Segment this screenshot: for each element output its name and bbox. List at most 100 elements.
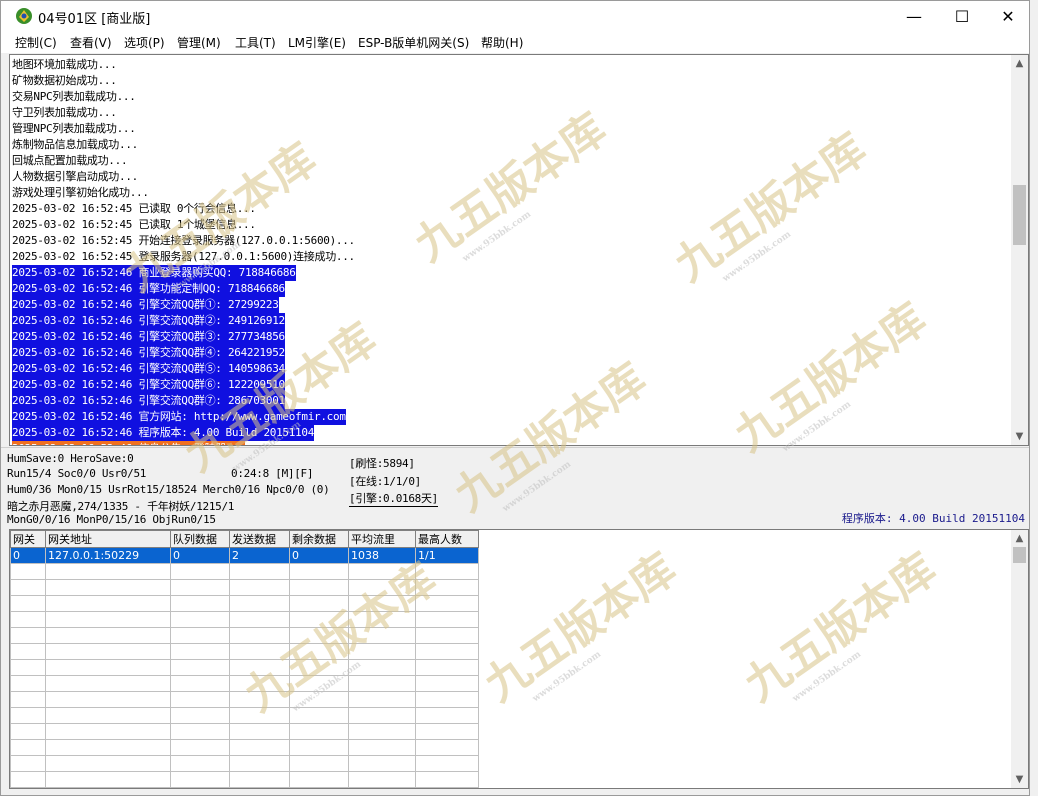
table-cell: 1038 bbox=[348, 547, 416, 564]
column-header[interactable]: 队列数据 bbox=[170, 530, 230, 548]
log-line: 守卫列表加载成功... bbox=[12, 106, 117, 119]
log-line: 2025-03-02 16:52:45 开始连接登录服务器(127.0.0.1:… bbox=[12, 234, 355, 247]
table-cell bbox=[348, 579, 416, 596]
table-cell bbox=[289, 691, 349, 708]
table-cell bbox=[348, 595, 416, 612]
table-cell bbox=[289, 723, 349, 740]
table-row[interactable] bbox=[10, 611, 479, 628]
table-cell: 0 bbox=[170, 547, 230, 564]
table-cell bbox=[45, 643, 171, 660]
table-cell bbox=[415, 579, 479, 596]
table-row[interactable] bbox=[10, 659, 479, 676]
maximize-button[interactable]: ☐ bbox=[939, 1, 985, 31]
table-row[interactable] bbox=[10, 755, 479, 772]
table-cell bbox=[45, 595, 171, 612]
minimize-button[interactable]: — bbox=[891, 1, 937, 31]
menu-help[interactable]: 帮助(H) bbox=[481, 34, 523, 51]
scroll-thumb[interactable] bbox=[1013, 185, 1026, 245]
table-cell bbox=[170, 771, 230, 788]
scroll-up-icon[interactable]: ▲ bbox=[1011, 55, 1028, 72]
menu-options[interactable]: 选项(P) bbox=[124, 34, 165, 51]
main-window: 04号01区 [商业版] — ☐ ✕ 控制(C) 查看(V) 选项(P) 管理(… bbox=[0, 0, 1030, 796]
column-header[interactable]: 发送数据 bbox=[229, 530, 290, 548]
scroll-down-icon[interactable]: ▼ bbox=[1011, 428, 1028, 445]
table-row[interactable] bbox=[10, 739, 479, 756]
table-cell bbox=[348, 755, 416, 772]
log-scrollbar[interactable]: ▲ ▼ bbox=[1011, 55, 1028, 445]
menu-tools[interactable]: 工具(T) bbox=[235, 34, 276, 51]
table-row[interactable] bbox=[10, 771, 479, 788]
column-header[interactable]: 最高人数 bbox=[415, 530, 479, 548]
menu-bar: 控制(C) 查看(V) 选项(P) 管理(M) 工具(T) LM引擎(E) ES… bbox=[1, 31, 1029, 53]
grid-scrollbar[interactable]: ▲ ▼ bbox=[1011, 530, 1028, 788]
table-cell: 127.0.0.1:50229 bbox=[45, 547, 171, 564]
table-row[interactable] bbox=[10, 723, 479, 740]
table-cell bbox=[10, 627, 46, 644]
table-cell bbox=[170, 659, 230, 676]
table-cell bbox=[10, 563, 46, 580]
grid-scroll-up-icon[interactable]: ▲ bbox=[1011, 530, 1028, 547]
table-cell bbox=[415, 659, 479, 676]
table-cell bbox=[10, 723, 46, 740]
table-cell bbox=[170, 595, 230, 612]
table-cell bbox=[289, 739, 349, 756]
table-cell bbox=[415, 771, 479, 788]
table-row[interactable] bbox=[10, 627, 479, 644]
table-cell bbox=[348, 675, 416, 692]
column-header[interactable]: 平均流里 bbox=[348, 530, 416, 548]
log-panel[interactable]: 地图环境加载成功... 矿物数据初始成功... 交易NPC列表加载成功... 守卫列表… bbox=[9, 54, 1029, 446]
table-row[interactable] bbox=[10, 691, 479, 708]
table-cell bbox=[10, 595, 46, 612]
grid-scroll-down-icon[interactable]: ▼ bbox=[1011, 771, 1028, 788]
table-cell bbox=[289, 675, 349, 692]
table-cell bbox=[170, 643, 230, 660]
grid-scroll-thumb[interactable] bbox=[1013, 547, 1026, 563]
table-cell bbox=[289, 627, 349, 644]
table-row[interactable] bbox=[10, 595, 479, 612]
close-button[interactable]: ✕ bbox=[985, 1, 1031, 31]
menu-control[interactable]: 控制(C) bbox=[15, 34, 57, 51]
table-cell bbox=[289, 643, 349, 660]
run-status: Run15/4 Soc0/0 Usr0/51 bbox=[7, 467, 147, 480]
table-row[interactable]: 0 127.0.0.1:50229 0 2 0 1038 1/1 bbox=[10, 547, 479, 564]
table-cell bbox=[229, 595, 290, 612]
table-cell bbox=[415, 611, 479, 628]
column-header[interactable]: 网关 bbox=[10, 530, 46, 548]
menu-esp-gateway[interactable]: ESP-B版单机网关(S) bbox=[358, 34, 469, 51]
table-row[interactable] bbox=[10, 563, 479, 580]
log-line: 地图环境加载成功... bbox=[12, 58, 117, 71]
table-cell bbox=[348, 611, 416, 628]
column-header[interactable]: 网关地址 bbox=[45, 530, 171, 548]
table-cell bbox=[45, 739, 171, 756]
table-row[interactable] bbox=[10, 579, 479, 596]
table-cell bbox=[348, 563, 416, 580]
table-cell bbox=[45, 707, 171, 724]
log-line: 2025-03-02 16:52:46 信息公告: 登陆器... bbox=[12, 441, 245, 445]
window-title: 04号01区 [商业版] bbox=[38, 12, 151, 27]
table-cell bbox=[170, 739, 230, 756]
version-label: 程序版本: 4.00 Build 20151104 bbox=[841, 512, 1025, 525]
log-line: 2025-03-02 16:52:46 引擎交流QQ群①: 27299223 bbox=[12, 297, 279, 313]
menu-view[interactable]: 查看(V) bbox=[70, 34, 112, 51]
table-cell bbox=[229, 659, 290, 676]
log-line: 游戏处理引擎初始化成功... bbox=[12, 186, 149, 199]
table-row[interactable] bbox=[10, 675, 479, 692]
table-row[interactable] bbox=[10, 643, 479, 660]
log-line: 2025-03-02 16:52:46 程序版本: 4.00 Build 201… bbox=[12, 425, 315, 441]
menu-lm-engine[interactable]: LM引擎(E) bbox=[288, 34, 346, 51]
table-cell: 0 bbox=[289, 547, 349, 564]
menu-manage[interactable]: 管理(M) bbox=[177, 34, 221, 51]
gateway-grid[interactable]: 网关 网关地址 队列数据 发送数据 剩余数据 平均流里 最高人数 0 127.0.0.1:50… bbox=[9, 529, 1029, 789]
save-status: HumSave:0 HeroSave:0 bbox=[7, 452, 134, 465]
table-cell bbox=[10, 771, 46, 788]
table-cell bbox=[170, 755, 230, 772]
table-row[interactable] bbox=[10, 707, 479, 724]
log-line: 2025-03-02 16:52:46 引擎交流QQ群⑥: 122209510 bbox=[12, 377, 285, 393]
title-bar[interactable]: 04号01区 [商业版] — ☐ ✕ bbox=[1, 1, 1029, 31]
table-cell bbox=[45, 723, 171, 740]
log-line: 交易NPC列表加载成功... bbox=[12, 90, 136, 103]
log-line: 人物数据引擎启动成功... bbox=[12, 170, 138, 183]
table-cell bbox=[348, 739, 416, 756]
table-cell bbox=[415, 755, 479, 772]
column-header[interactable]: 剩余数据 bbox=[289, 530, 349, 548]
